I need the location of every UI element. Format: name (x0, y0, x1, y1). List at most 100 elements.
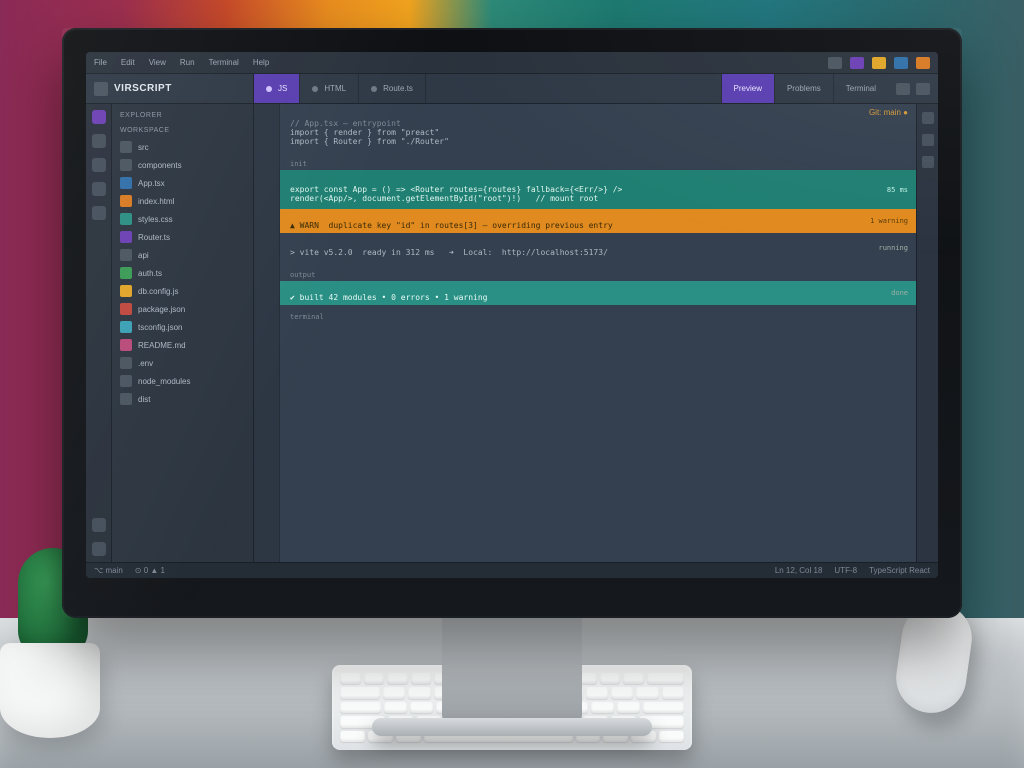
file-icon (120, 231, 132, 243)
sidebar-item[interactable]: node_modules (112, 372, 253, 390)
tab-route[interactable]: Route.ts (359, 74, 426, 103)
tab-label: Problems (787, 84, 821, 93)
file-icon (120, 177, 132, 189)
sidebar-item-label: components (138, 161, 182, 170)
status-bar: ⌥ main ⊙ 0 ▲ 1 Ln 12, Col 18 UTF-8 TypeS… (86, 562, 938, 578)
tab-problems[interactable]: Problems (774, 74, 833, 103)
editor-area: Git: main ● // App.tsx — entrypoint impo… (254, 104, 916, 562)
debug-icon[interactable] (92, 182, 106, 196)
menu-help[interactable]: Help (253, 58, 269, 67)
explorer-icon[interactable] (92, 110, 106, 124)
file-icon (120, 303, 132, 315)
sidebar-item-label: App.tsx (138, 179, 165, 188)
menu-edit[interactable]: Edit (121, 58, 135, 67)
minimap-rail (916, 104, 938, 562)
more-icon[interactable] (916, 83, 930, 95)
status-problems[interactable]: ⊙ 0 ▲ 1 (135, 566, 165, 575)
sidebar-subheading: WORKSPACE (112, 123, 253, 138)
file-icon (120, 321, 132, 333)
file-icon (120, 393, 132, 405)
sidebar-item[interactable]: api (112, 246, 253, 264)
sidebar-item[interactable]: Router.ts (112, 228, 253, 246)
tab-html[interactable]: HTML (300, 74, 359, 103)
account-icon[interactable] (92, 518, 106, 532)
split-editor-icon[interactable] (896, 83, 910, 95)
app-window: File Edit View Run Terminal Help VI (86, 52, 938, 578)
sidebar-item[interactable]: package.json (112, 300, 253, 318)
sidebar-item[interactable]: components (112, 156, 253, 174)
section-label-terminal: terminal (280, 305, 916, 323)
sidebar-item[interactable]: styles.css (112, 210, 253, 228)
status-encoding[interactable]: UTF-8 (834, 566, 857, 575)
sidebar-item[interactable]: README.md (112, 336, 253, 354)
file-icon (120, 159, 132, 171)
editor-tabs: JS HTML Route.ts (254, 74, 426, 103)
bookmark-icon[interactable] (922, 156, 934, 168)
sidebar-item-label: styles.css (138, 215, 173, 224)
panel-tabs: Preview Problems Terminal (721, 74, 888, 103)
sync-icon[interactable] (894, 57, 908, 69)
sidebar-item-label: package.json (138, 305, 185, 314)
sidebar-item[interactable]: dist (112, 390, 253, 408)
code-view[interactable]: Git: main ● // App.tsx — entrypoint impo… (280, 104, 916, 562)
section-label-output: output (280, 263, 916, 281)
brand-label: VIRSCRIPT (114, 83, 172, 94)
timing-badge: 85 ms (887, 186, 908, 194)
code-block-header: // App.tsx — entrypoint import { render … (280, 104, 916, 152)
activity-bar (86, 104, 112, 562)
sidebar-item[interactable]: .env (112, 354, 253, 372)
sidebar-item-label: src (138, 143, 149, 152)
file-icon (120, 141, 132, 153)
file-icon (120, 249, 132, 261)
menu-terminal[interactable]: Terminal (209, 58, 239, 67)
menu-file[interactable]: File (94, 58, 107, 67)
sidebar-item-label: Router.ts (138, 233, 170, 242)
tab-preview[interactable]: Preview (721, 74, 774, 103)
brand-icon (94, 82, 108, 96)
extensions-rail-icon[interactable] (92, 206, 106, 220)
file-icon (120, 195, 132, 207)
file-icon (120, 375, 132, 387)
extensions-icon[interactable] (850, 57, 864, 69)
sidebar-item[interactable]: tsconfig.json (112, 318, 253, 336)
file-icon (120, 213, 132, 225)
notifications-icon[interactable] (828, 57, 842, 69)
gear-icon[interactable] (92, 542, 106, 556)
status-language[interactable]: TypeScript React (869, 566, 930, 575)
menubar: File Edit View Run Terminal Help (86, 52, 938, 74)
sidebar-item[interactable]: db.config.js (112, 282, 253, 300)
tab-js[interactable]: JS (254, 74, 300, 103)
done-badge: done (891, 289, 908, 297)
sidebar-item[interactable]: src (112, 138, 253, 156)
search-icon[interactable] (92, 134, 106, 148)
sidebar-item[interactable]: App.tsx (112, 174, 253, 192)
git-icon[interactable] (92, 158, 106, 172)
sidebar-heading: EXPLORER (112, 108, 253, 123)
section-label-init: init (280, 152, 916, 170)
sidebar-item-label: auth.ts (138, 269, 162, 278)
status-branch[interactable]: ⌥ main (94, 566, 123, 575)
folder-icon[interactable] (916, 57, 930, 69)
sidebar-item[interactable]: auth.ts (112, 264, 253, 282)
sidebar: EXPLORER WORKSPACE src components App.tsx i… (112, 104, 254, 562)
minimap-icon[interactable] (922, 134, 934, 146)
status-cursor[interactable]: Ln 12, Col 18 (775, 566, 823, 575)
menu-run[interactable]: Run (180, 58, 195, 67)
menu-view[interactable]: View (149, 58, 166, 67)
file-icon (120, 357, 132, 369)
sidebar-item-label: index.html (138, 197, 174, 206)
file-icon (120, 339, 132, 351)
outline-icon[interactable] (922, 112, 934, 124)
tab-label: HTML (324, 84, 346, 93)
warning-badge: 1 warning (870, 217, 908, 225)
tab-label: Terminal (846, 84, 876, 93)
sidebar-item-label: .env (138, 359, 153, 368)
sidebar-item[interactable]: index.html (112, 192, 253, 210)
apple-logo-icon (501, 586, 523, 612)
warning-icon[interactable] (872, 57, 886, 69)
toolbar: VIRSCRIPT JS HTML Route.ts Preview Probl… (86, 74, 938, 104)
highlight-block-success: export const App = () => <Router routes=… (280, 170, 916, 209)
tab-terminal[interactable]: Terminal (833, 74, 888, 103)
monitor: File Edit View Run Terminal Help VI (62, 28, 962, 618)
sidebar-item-label: node_modules (138, 377, 190, 386)
